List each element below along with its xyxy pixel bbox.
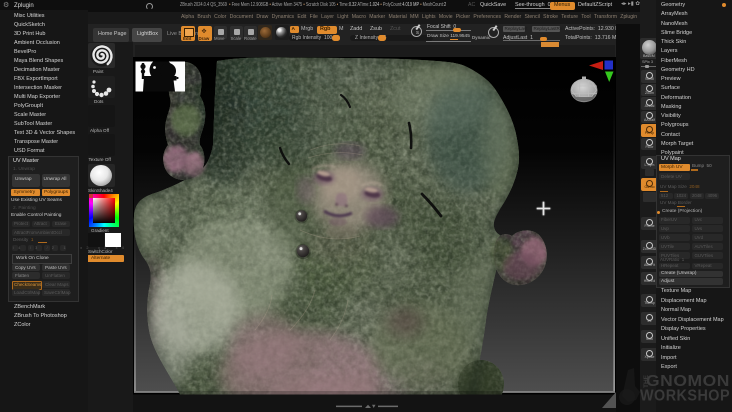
svg-text:WORKSHOP: WORKSHOP <box>640 388 730 405</box>
